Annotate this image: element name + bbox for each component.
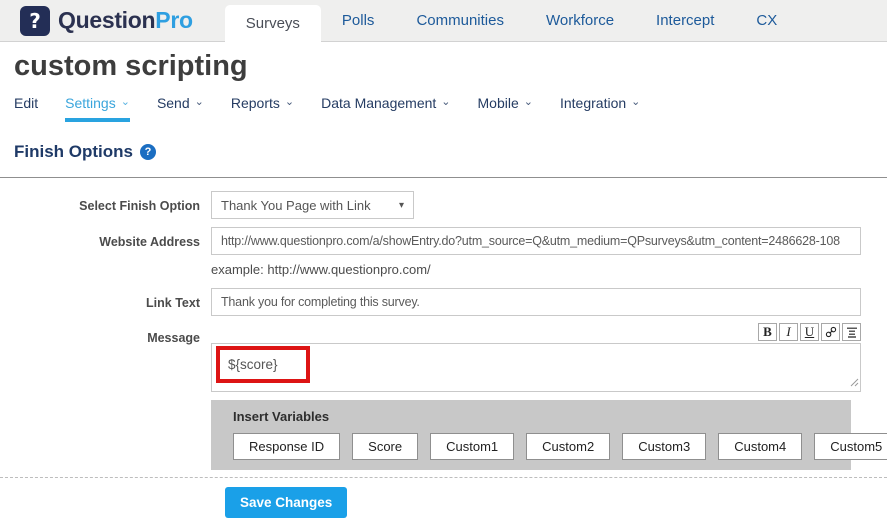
variable-button-custom2[interactable]: Custom2 [526,433,610,460]
subnav-item-label: Settings [65,95,116,111]
variable-button-response-id[interactable]: Response ID [233,433,340,460]
variable-button-custom3[interactable]: Custom3 [622,433,706,460]
text-height-icon [846,326,858,338]
text-height-button[interactable] [842,323,861,341]
bold-button[interactable]: B [758,323,777,341]
message-text: ${score} [228,357,278,372]
website-address-label: Website Address [0,227,211,249]
questionpro-logo-icon: ? [20,6,50,36]
dropdown-arrow-icon: ▾ [399,200,404,211]
finish-option-select[interactable]: Thank You Page with Link ▾ [211,191,414,219]
rich-text-toolbar: B I U [211,323,861,341]
message-editor[interactable]: ${score} [211,343,861,392]
subnav-item-settings[interactable]: Settings ⌄ [65,95,130,122]
brand-name: QuestionPro [58,7,193,34]
subnav-item-label: Mobile [478,95,519,111]
italic-button[interactable]: I [779,323,798,341]
chevron-down-icon: ⌄ [195,95,204,109]
subnav-item-integration[interactable]: Integration ⌄ [560,95,640,122]
subnav-item-label: Data Management [321,95,436,111]
subnav-item-send[interactable]: Send ⌄ [157,95,204,122]
message-label: Message [0,323,211,345]
finish-option-selected-value: Thank You Page with Link [221,198,371,213]
website-address-input[interactable] [211,227,861,255]
insert-variables-panel: Insert Variables Response ID Score Custo… [211,400,851,470]
link-button[interactable] [821,323,840,341]
insert-variables-title: Insert Variables [233,409,851,424]
section-divider [0,177,887,178]
finish-option-label: Select Finish Option [0,191,211,213]
save-changes-button[interactable]: Save Changes [225,487,347,518]
score-variable-annotation: ${score} [216,346,310,383]
help-icon[interactable]: ? [140,144,156,160]
resize-handle[interactable] [850,375,859,390]
chevron-down-icon: ⌄ [285,95,294,109]
link-text-label: Link Text [0,288,211,310]
subnav-item-reports[interactable]: Reports ⌄ [231,95,294,122]
link-icon [825,326,837,338]
subnav-item-label: Edit [14,95,38,111]
finish-options-form: Select Finish Option Thank You Page with… [0,191,887,518]
tab-communities[interactable]: Communities [395,0,525,41]
underline-button[interactable]: U [800,323,819,341]
product-tabs: Surveys Polls Communities Workforce Inte… [225,0,799,41]
section-title: Finish Options [14,142,133,162]
survey-subnav: Edit Settings ⌄ Send ⌄ Reports ⌄ Data Ma… [14,95,887,122]
subnav-item-label: Integration [560,95,626,111]
tab-cx[interactable]: CX [735,0,798,41]
tab-intercept[interactable]: Intercept [635,0,735,41]
insert-variables-buttons: Response ID Score Custom1 Custom2 Custom… [233,433,851,460]
subnav-item-data-management[interactable]: Data Management ⌄ [321,95,450,122]
chevron-down-icon: ⌄ [121,95,130,109]
tab-workforce[interactable]: Workforce [525,0,635,41]
link-text-input[interactable] [211,288,861,316]
subnav-item-label: Send [157,95,190,111]
chevron-down-icon: ⌄ [524,95,533,109]
variable-button-custom5[interactable]: Custom5 [814,433,887,460]
brand-pro: Pro [155,7,192,33]
subnav-item-label: Reports [231,95,280,111]
questionpro-logo[interactable]: ? QuestionPro [20,0,193,41]
page-title: custom scripting [14,50,887,83]
variable-button-score[interactable]: Score [352,433,418,460]
chevron-down-icon: ⌄ [441,95,450,109]
variable-button-custom4[interactable]: Custom4 [718,433,802,460]
brand-question: Question [58,7,155,33]
website-address-hint: example: http://www.questionpro.com/ [211,262,887,277]
variable-button-custom1[interactable]: Custom1 [430,433,514,460]
tab-surveys[interactable]: Surveys [225,5,321,42]
dashed-divider [0,477,887,478]
section-header: Finish Options ? [14,142,887,162]
tab-polls[interactable]: Polls [321,0,396,41]
chevron-down-icon: ⌄ [631,95,640,109]
subnav-item-mobile[interactable]: Mobile ⌄ [478,95,533,122]
subnav-item-edit[interactable]: Edit [14,95,38,122]
top-navigation: ? QuestionPro Surveys Polls Communities … [0,0,887,42]
